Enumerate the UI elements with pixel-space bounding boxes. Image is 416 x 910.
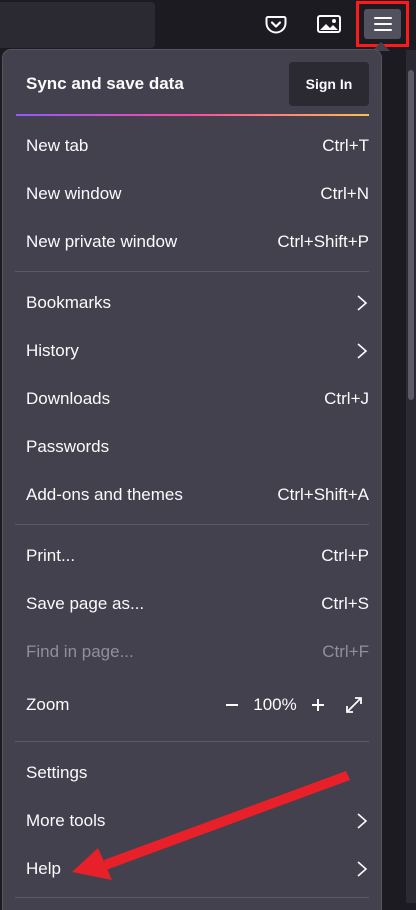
- menu-item-settings[interactable]: Settings: [15, 753, 369, 793]
- menu-item-label: Help: [26, 859, 61, 878]
- menu-item-shortcut: Ctrl+T: [322, 136, 369, 155]
- menu-item-downloads[interactable]: Downloads Ctrl+J: [15, 379, 369, 419]
- menu-item-help[interactable]: Help: [15, 849, 369, 889]
- menu-item-label: New private window: [26, 232, 178, 251]
- menu-item-shortcut: Ctrl+F: [322, 642, 369, 661]
- menu-item-new-private-window[interactable]: New private window Ctrl+Shift+P: [15, 222, 369, 262]
- menu-separator: [15, 524, 369, 525]
- open-menu-button[interactable]: [364, 9, 401, 39]
- menu-item-label: New tab: [26, 136, 89, 155]
- menu-item-new-window[interactable]: New window Ctrl+N: [15, 174, 369, 214]
- menu-item-shortcut: Ctrl+S: [321, 594, 369, 613]
- menu-item-find-in-page[interactable]: Find in page... Ctrl+F: [15, 632, 369, 672]
- address-bar[interactable]: [0, 2, 155, 48]
- page-scrollbar-thumb[interactable]: [408, 70, 414, 400]
- menu-item-history[interactable]: History: [15, 331, 369, 371]
- menu-item-zoom: Zoom 100%: [15, 685, 369, 725]
- zoom-reset-button[interactable]: 100%: [245, 695, 305, 715]
- zoom-controls: 100%: [219, 690, 369, 720]
- hamburger-menu-icon: [373, 17, 392, 31]
- zoom-label: Zoom: [26, 695, 70, 714]
- menu-item-label: Downloads: [26, 389, 111, 408]
- screenshot-button[interactable]: [313, 8, 345, 40]
- menu-item-print[interactable]: Print... Ctrl+P: [15, 536, 369, 576]
- menu-item-new-tab[interactable]: New tab Ctrl+T: [15, 126, 369, 166]
- menu-item-label: Add-ons and themes: [26, 485, 183, 504]
- menu-item-label: Save page as...: [26, 594, 145, 613]
- menu-item-shortcut: Ctrl+P: [321, 546, 369, 565]
- fullscreen-icon: [346, 697, 362, 713]
- menu-separator: [15, 741, 369, 742]
- chevron-right-icon: [357, 343, 368, 359]
- pocket-button[interactable]: [260, 8, 292, 40]
- menu-item-label: History: [26, 341, 79, 360]
- menu-item-bookmarks[interactable]: Bookmarks: [15, 283, 369, 323]
- sign-in-button[interactable]: Sign In: [289, 62, 369, 106]
- menu-item-label: Settings: [26, 763, 88, 782]
- screenshot-icon: [317, 15, 341, 33]
- menu-item-label: New window: [26, 184, 122, 203]
- menu-item-label: More tools: [26, 811, 106, 830]
- menu-item-shortcut: Ctrl+J: [324, 389, 369, 408]
- menu-item-shortcut: Ctrl+Shift+A: [277, 485, 369, 504]
- sync-title: Sync and save data: [26, 74, 184, 93]
- zoom-out-button[interactable]: [219, 692, 245, 718]
- chevron-right-icon: [357, 813, 368, 829]
- menu-item-more-tools[interactable]: More tools: [15, 801, 369, 841]
- sync-divider: [16, 114, 369, 116]
- menu-item-shortcut: Ctrl+N: [320, 184, 369, 203]
- chevron-right-icon: [357, 861, 368, 877]
- chevron-right-icon: [357, 295, 368, 311]
- menu-item-label: Bookmarks: [26, 293, 112, 312]
- menu-item-save-page-as[interactable]: Save page as... Ctrl+S: [15, 584, 369, 624]
- menu-separator: [15, 897, 369, 898]
- fullscreen-button[interactable]: [339, 690, 369, 720]
- pocket-icon: [265, 16, 287, 34]
- minus-icon: [226, 704, 238, 706]
- menu-item-label: Print...: [26, 546, 76, 565]
- menu-item-label: Find in page...: [26, 642, 134, 661]
- menu-separator: [15, 271, 369, 272]
- sync-row: Sync and save data Sign In: [15, 62, 369, 106]
- browser-toolbar: [0, 0, 416, 50]
- menu-item-passwords[interactable]: Passwords: [15, 427, 369, 467]
- menu-button-highlight: [356, 1, 409, 47]
- menu-item-shortcut: Ctrl+Shift+P: [277, 232, 369, 251]
- plus-icon: [312, 699, 324, 711]
- zoom-in-button[interactable]: [305, 692, 331, 718]
- menu-item-label: Passwords: [26, 437, 110, 456]
- menu-item-addons-and-themes[interactable]: Add-ons and themes Ctrl+Shift+A: [15, 475, 369, 515]
- app-menu-panel: Sync and save data Sign In New tab Ctrl+…: [3, 50, 381, 910]
